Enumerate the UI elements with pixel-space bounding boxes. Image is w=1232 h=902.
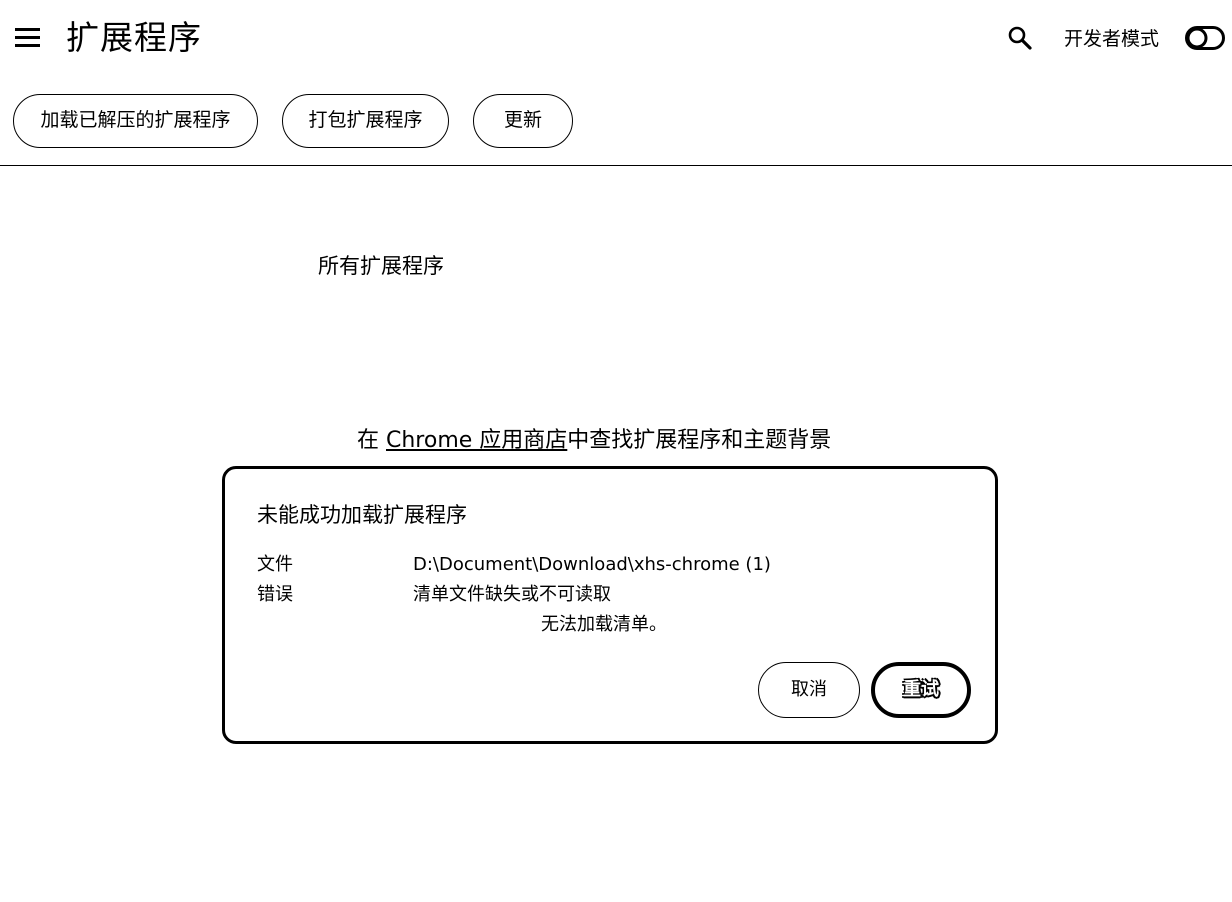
toolbar: 加载已解压的扩展程序 打包扩展程序 更新 — [0, 94, 1232, 150]
update-button[interactable]: 更新 — [473, 94, 573, 148]
pack-extension-button[interactable]: 打包扩展程序 — [282, 94, 449, 148]
store-prefix: 在 — [357, 428, 386, 453]
error-message: 清单文件缺失或不可读取 — [413, 584, 611, 605]
section-title: 所有扩展程序 — [318, 254, 444, 278]
retry-button[interactable]: 重试 — [871, 662, 971, 718]
page-title: 扩展程序 — [66, 18, 202, 57]
developer-mode-toggle[interactable] — [1185, 26, 1225, 50]
top-bar: 扩展程序 开发者模式 — [0, 0, 1232, 78]
store-promo: 在 Chrome 应用商店中查找扩展程序和主题背景 — [357, 426, 831, 456]
load-error-dialog: 未能成功加载扩展程序 文件 D:\Document\Download\xhs-c… — [222, 466, 998, 744]
error-label: 错误 — [257, 584, 293, 605]
store-suffix: 中查找扩展程序和主题背景 — [567, 428, 832, 453]
dialog-title: 未能成功加载扩展程序 — [257, 503, 467, 527]
file-path: D:\Document\Download\xhs-chrome (1) — [413, 554, 771, 575]
toolbar-divider — [0, 165, 1232, 166]
chrome-web-store-link[interactable]: Chrome 应用商店 — [386, 428, 567, 453]
file-label: 文件 — [257, 554, 293, 575]
cancel-button[interactable]: 取消 — [758, 662, 860, 718]
error-detail: 无法加载清单。 — [541, 614, 667, 635]
developer-mode-label: 开发者模式 — [1064, 28, 1160, 50]
hamburger-menu-icon[interactable] — [15, 26, 41, 48]
search-icon[interactable] — [1007, 25, 1033, 51]
load-unpacked-button[interactable]: 加载已解压的扩展程序 — [13, 94, 258, 148]
